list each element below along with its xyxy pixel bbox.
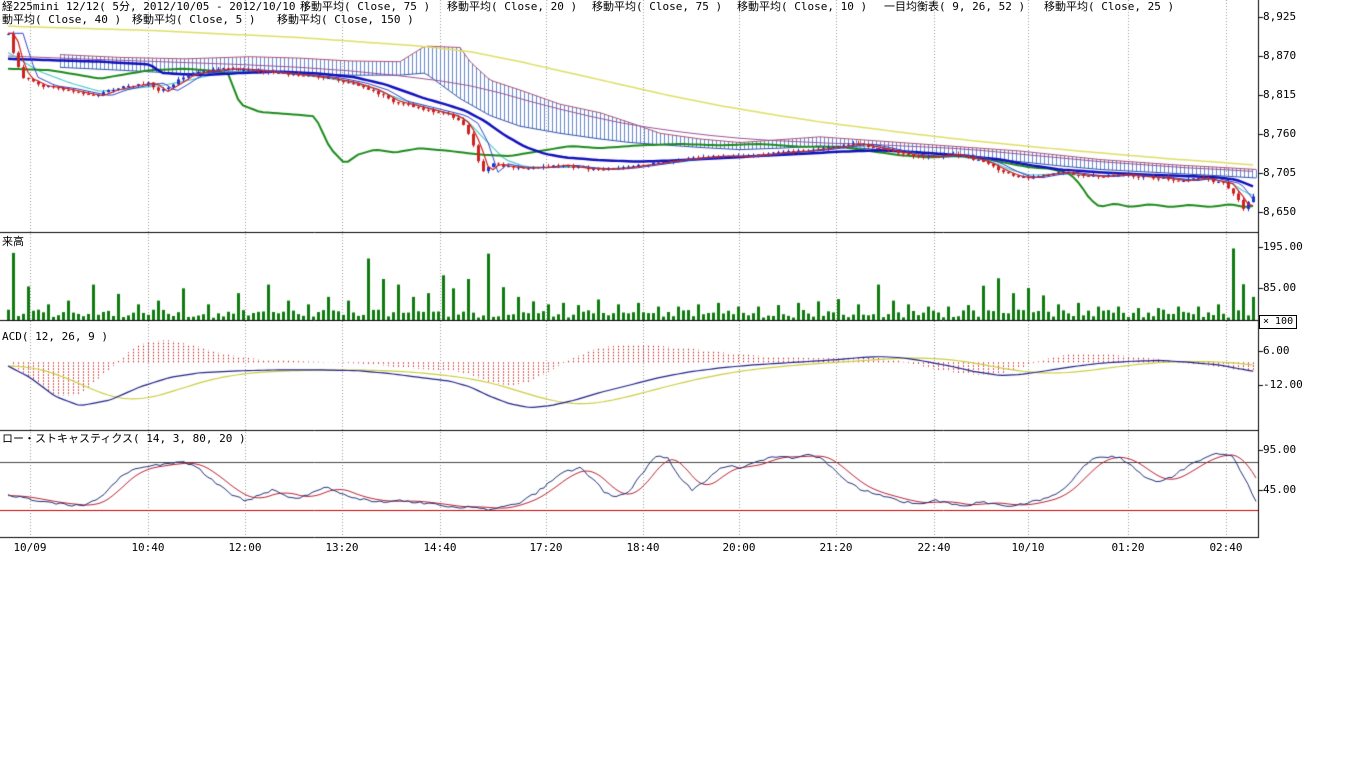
chart-canvas[interactable] [0, 0, 1366, 768]
legend-ma5: 移動平均( Close, 5 ) [132, 14, 255, 26]
macd-panel-label: ACD( 12, 26, 9 ) [2, 331, 108, 343]
time-axis-label: 01:20 [1111, 541, 1144, 554]
legend-ma40: 動平均( Close, 40 ) [2, 14, 121, 26]
stoch-axis-label: 45.00 [1263, 484, 1296, 496]
chart-title: 経225mini 12/12( 5分, 2012/10/05 - 2012/10… [2, 1, 309, 13]
price-axis-label: 8,925 [1263, 11, 1296, 23]
legend-ma10: 移動平均( Close, 10 ) [737, 1, 867, 13]
time-axis-label: 10/09 [13, 541, 46, 554]
time-axis-label: 10:40 [131, 541, 164, 554]
volume-panel-label: 来高 [2, 236, 24, 248]
macd-axis-label: 6.00 [1263, 345, 1290, 357]
time-axis-label: 22:40 [917, 541, 950, 554]
price-axis-label: 8,705 [1263, 167, 1296, 179]
time-axis-label: 13:20 [325, 541, 358, 554]
legend-ma75-1: 移動平均( Close, 75 ) [300, 1, 430, 13]
macd-axis-label: -12.00 [1263, 379, 1303, 391]
time-axis-label: 20:00 [722, 541, 755, 554]
legend-ichimoku: 一目均衡表( 9, 26, 52 ) [884, 1, 1025, 13]
volume-multiplier-badge: × 100 [1259, 315, 1297, 329]
time-axis-label: 14:40 [423, 541, 456, 554]
stoch-axis-label: 95.00 [1263, 444, 1296, 456]
price-axis-label: 8,815 [1263, 89, 1296, 101]
time-axis-label: 21:20 [819, 541, 852, 554]
time-axis-label: 17:20 [529, 541, 562, 554]
legend-ma25: 移動平均( Close, 25 ) [1044, 1, 1174, 13]
volume-axis-label: 85.00 [1263, 282, 1296, 294]
legend-ma150: 移動平均( Close, 150 ) [277, 14, 414, 26]
volume-axis-label: 195.00 [1263, 241, 1303, 253]
time-axis-label: 10/10 [1011, 541, 1044, 554]
price-axis-label: 8,760 [1263, 128, 1296, 140]
price-axis-label: 8,870 [1263, 50, 1296, 62]
time-axis-label: 12:00 [228, 541, 261, 554]
legend-ma20: 移動平均( Close, 20 ) [447, 1, 577, 13]
stochastics-panel-label: ロー・ストキャスティクス( 14, 3, 80, 20 ) [2, 433, 246, 445]
legend-ma75-2: 移動平均( Close, 75 ) [592, 1, 722, 13]
trading-chart-window: 経225mini 12/12( 5分, 2012/10/05 - 2012/10… [0, 0, 1366, 768]
time-axis-label: 18:40 [626, 541, 659, 554]
price-axis-label: 8,650 [1263, 206, 1296, 218]
time-axis-label: 02:40 [1209, 541, 1242, 554]
